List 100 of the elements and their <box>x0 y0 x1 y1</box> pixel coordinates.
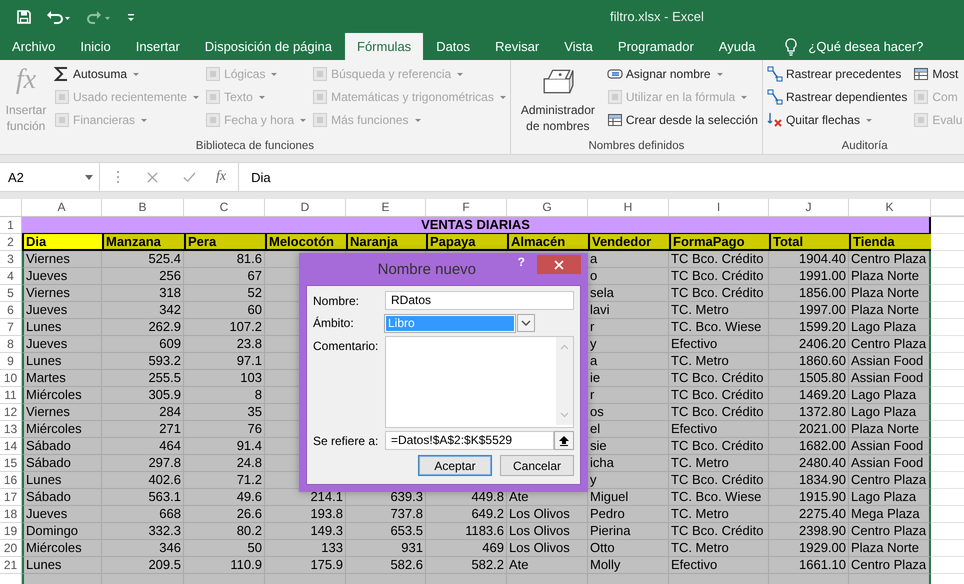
row-number[interactable]: 5 <box>0 285 22 302</box>
ribbon-tab[interactable]: Programador <box>606 33 706 60</box>
window-title: filtro.xlsx - Excel <box>610 9 704 24</box>
column-header[interactable]: J <box>769 199 849 216</box>
ribbon-button[interactable]: Quitar flechas <box>766 110 908 130</box>
row-number[interactable]: 21 <box>0 557 22 574</box>
row-number[interactable]: 16 <box>0 472 22 489</box>
row-number[interactable]: 10 <box>0 370 22 387</box>
ribbon-tab[interactable]: Ayuda <box>706 33 768 60</box>
column-header[interactable]: C <box>184 199 265 216</box>
ribbon-tab[interactable]: Disposición de página <box>192 33 344 60</box>
row-number[interactable]: 12 <box>0 404 22 421</box>
collapse-button[interactable] <box>554 431 574 450</box>
ribbon-tab[interactable]: Vista <box>552 33 605 60</box>
table-cell: Jueves <box>22 506 102 523</box>
column-header[interactable]: B <box>102 199 184 216</box>
table-cell: 1904.40 <box>769 251 849 268</box>
dialog-title: Nombre nuevo <box>376 260 478 278</box>
table-cell: 2398.90 <box>769 523 849 540</box>
table-cell: 1505.80 <box>769 370 849 387</box>
sum-icon <box>54 66 70 82</box>
ribbon-button[interactable]: Crear desde la selección <box>606 110 758 130</box>
arrows-icon <box>766 66 783 82</box>
ribbon-button[interactable]: Most <box>913 64 962 84</box>
ribbon-tab[interactable]: Inicio <box>68 33 123 60</box>
check-icon[interactable] <box>183 170 196 184</box>
table-header[interactable]: Manzana <box>102 234 184 251</box>
table-cell: TC Bco. Crédito <box>669 251 769 268</box>
ribbon-large-button[interactable]: Administrador de nombres <box>514 64 601 140</box>
row-number[interactable]: 15 <box>0 455 22 472</box>
ribbon-tab[interactable]: Fórmulas <box>345 33 424 60</box>
column-header[interactable]: E <box>346 199 426 216</box>
redo-icon[interactable] <box>86 8 112 24</box>
table-header[interactable]: Naranja <box>346 234 426 251</box>
save-icon[interactable] <box>16 8 32 24</box>
tell-me-search[interactable]: ¿Qué desea hacer? <box>808 39 924 54</box>
tile-icon <box>205 112 222 128</box>
ribbon-button[interactable]: Rastrear precedentes <box>766 64 908 84</box>
undo-icon[interactable] <box>46 8 72 24</box>
row-number[interactable]: 13 <box>0 421 22 438</box>
column-header[interactable]: I <box>669 199 769 216</box>
scrollbar[interactable] <box>556 337 573 425</box>
column-header[interactable]: H <box>588 199 669 216</box>
column-header[interactable]: D <box>265 199 346 216</box>
table-header[interactable]: FormaPago <box>669 234 769 251</box>
column-header[interactable]: F <box>426 199 507 216</box>
row-number[interactable]: 11 <box>0 387 22 404</box>
row-number[interactable]: 6 <box>0 302 22 319</box>
row-number[interactable]: 14 <box>0 438 22 455</box>
table-cell: Plaza Norte <box>849 540 931 557</box>
table-cell: TC Bco. Crédito <box>669 404 769 421</box>
table-cell: Centro Plaza <box>849 557 931 574</box>
table-header[interactable]: Melocotón <box>265 234 346 251</box>
ribbon-tab[interactable]: Insertar <box>124 33 192 60</box>
row-number[interactable]: 9 <box>0 353 22 370</box>
table-header[interactable]: Almacén <box>507 234 588 251</box>
row-number[interactable]: 1 <box>0 217 22 234</box>
ribbon-tab[interactable]: Revisar <box>483 33 552 60</box>
row-number[interactable]: 19 <box>0 523 22 540</box>
row-number[interactable]: 4 <box>0 268 22 285</box>
row-number[interactable]: 7 <box>0 319 22 336</box>
column-header[interactable]: A <box>22 199 102 216</box>
ribbon-button[interactable]: Asignar nombre <box>606 64 758 84</box>
dialog-button[interactable]: Cancelar <box>500 455 574 476</box>
row-number[interactable]: 2 <box>0 234 22 251</box>
table-header[interactable]: Vendedor <box>588 234 669 251</box>
row-number[interactable]: 18 <box>0 506 22 523</box>
comment-field[interactable] <box>385 336 574 428</box>
lightbulb-icon[interactable] <box>784 38 798 56</box>
row-number[interactable]: 8 <box>0 336 22 353</box>
table-cell: os <box>588 404 669 421</box>
column-header[interactable]: G <box>507 199 588 216</box>
insert-function-button[interactable]: fx <box>216 169 226 185</box>
table-header[interactable]: Dia <box>22 234 102 251</box>
ribbon-tab[interactable]: Archivo <box>0 33 68 60</box>
formula-field[interactable]: Dia <box>238 163 964 191</box>
column-header[interactable]: K <box>849 199 931 216</box>
table-header[interactable]: Tienda <box>849 234 931 251</box>
reference-field[interactable]: =Datos!$A$2:$K$5529 <box>385 431 554 450</box>
table-header[interactable]: Pera <box>184 234 265 251</box>
chevron-icon <box>517 314 535 332</box>
cancel-icon[interactable] <box>146 170 159 184</box>
ribbon-tab[interactable]: Datos <box>424 33 482 60</box>
table-header[interactable]: Total <box>769 234 849 251</box>
table-cell: 609 <box>102 336 184 353</box>
row-number[interactable]: 20 <box>0 540 22 557</box>
name-field[interactable]: RDatos <box>385 291 574 310</box>
ribbon-button[interactable]: Rastrear dependientes <box>766 87 908 107</box>
row-number[interactable]: 17 <box>0 489 22 506</box>
name-box[interactable]: A2 <box>0 163 100 191</box>
help-button[interactable]: ? <box>518 255 525 269</box>
ribbon-button[interactable]: Autosuma <box>54 64 200 84</box>
row-number[interactable]: 3 <box>0 251 22 268</box>
table-cell: Miércoles <box>22 540 102 557</box>
table-cell: TC Bco. Crédito <box>669 370 769 387</box>
close-button[interactable] <box>537 255 581 274</box>
table-cell: 91.4 <box>184 438 265 455</box>
dialog-button[interactable]: Aceptar <box>418 455 492 476</box>
table-header[interactable]: Papaya <box>426 234 507 251</box>
field-label: Ámbito: <box>313 315 355 330</box>
